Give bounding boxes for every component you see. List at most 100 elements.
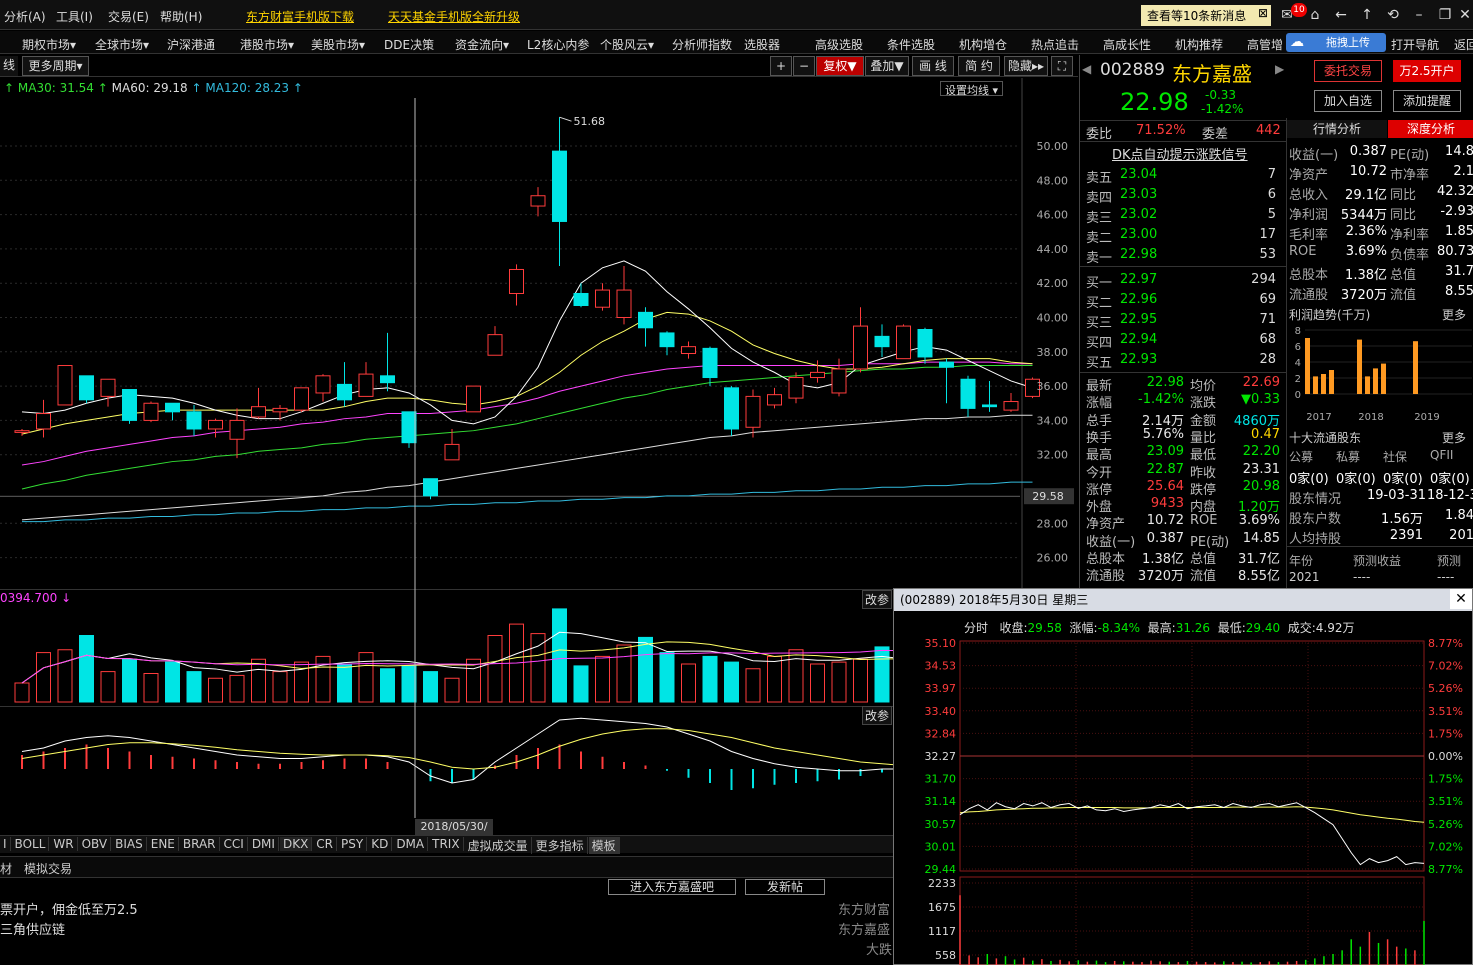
indicator-tab[interactable]: OBV [79, 837, 112, 851]
indicator-tab[interactable]: 模板 [588, 837, 620, 854]
nav-hk[interactable]: 港股市场▾ [240, 36, 294, 53]
back-arrow-icon[interactable]: ← [1332, 6, 1350, 24]
upload-button[interactable]: ☁ 拖拽上传 [1286, 33, 1386, 52]
simple-button[interactable]: 简 约 [958, 56, 1000, 76]
adjust-button[interactable]: 复权▼ [816, 56, 864, 76]
holder-info-value: 1.84 [1445, 508, 1473, 523]
indicator-tab[interactable]: DKX [279, 837, 313, 851]
nav-l2[interactable]: L2核心内参 [527, 36, 589, 53]
news-button[interactable]: 查看等10条新消息 ⊠ [1141, 5, 1271, 26]
mobile-download-link[interactable]: 东方财富手机版下载 [246, 8, 354, 25]
nav-capital-flow[interactable]: 资金流向▾ [455, 36, 509, 53]
indicator-tab[interactable]: BIAS [112, 837, 147, 851]
indicator-tab[interactable]: WR [50, 837, 78, 851]
fund-app-link[interactable]: 天天基金手机版全新升级 [388, 8, 520, 25]
indicator-tab[interactable]: ENE [148, 837, 179, 851]
nav-advanced-screen[interactable]: 高级选股 [815, 36, 863, 53]
nav-global[interactable]: 全球市场▾ [95, 36, 149, 53]
close-icon[interactable]: ⊠ [1258, 6, 1268, 20]
indicator-tab[interactable]: PSY [338, 837, 368, 851]
zoom-out-button[interactable]: − [793, 56, 815, 76]
forecast-cell: 2021 [1289, 570, 1320, 584]
bid-row-label: 买四 [1086, 336, 1113, 351]
forum-side-1[interactable]: 东方财富 [838, 899, 890, 918]
profit-bar [1373, 368, 1378, 394]
nav-condition-screen[interactable]: 条件选股 [887, 36, 935, 53]
tab-market-analysis[interactable]: 行情分析 [1287, 120, 1387, 138]
fin-value: -2.93 [1440, 204, 1473, 219]
home-icon[interactable]: ⌂ [1306, 6, 1324, 24]
more-periods-dropdown[interactable]: 更多周期▾ [22, 56, 89, 76]
fin-label: 流通股 [1289, 288, 1329, 303]
close-icon[interactable]: ✕ [1450, 589, 1472, 609]
holders-more-link[interactable]: 更多 [1442, 429, 1466, 446]
tab-material[interactable]: 材 [0, 860, 12, 877]
intraday-chart[interactable]: 35.10 8.77% 34.53 7.02% 33.97 5.26% 33.40 3.51%… [894, 635, 1472, 965]
indicator-tab[interactable]: CR [313, 837, 338, 851]
nav-open[interactable]: 打开导航 [1391, 36, 1439, 53]
trade-order-button[interactable]: 委托交易 [1314, 60, 1382, 82]
tab-sim-trade[interactable]: 模拟交易 [24, 860, 72, 877]
enter-forum-button[interactable]: 进入东方嘉盛吧 [608, 879, 736, 895]
dk-signal-link[interactable]: DK点自动提示涨跌信号 [1112, 144, 1248, 163]
menu-help[interactable]: 帮助(H) [160, 8, 202, 25]
tab-deep-analysis[interactable]: 深度分析 [1388, 120, 1473, 138]
indicator-tab[interactable]: CCI [221, 837, 248, 851]
stock-code: 002889 [1100, 60, 1165, 80]
minimize-icon[interactable]: – [1410, 6, 1428, 24]
popup-title-bar[interactable]: (002889) 2018年5月30日 星期三 [894, 589, 1472, 611]
nav-inst-recommend[interactable]: 机构推荐 [1175, 36, 1223, 53]
overlay-button[interactable]: 叠加▼ [865, 56, 909, 76]
prev-stock-icon[interactable]: ◀ [1082, 62, 1091, 76]
next-stock-icon[interactable]: ▶ [1275, 62, 1284, 76]
detail-label: 量比 [1190, 430, 1217, 446]
indicator-tab[interactable]: BRAR [180, 837, 220, 851]
forum-post-1[interactable]: 票开户，佣金低至万2.5 [0, 899, 138, 918]
draw-line-button[interactable]: 画 线 [912, 56, 954, 76]
nav-options[interactable]: 期权市场▾ [22, 36, 76, 53]
ask-row-label: 卖五 [1086, 171, 1113, 186]
add-alert-button[interactable]: 添加提醒 [1393, 90, 1461, 112]
close-window-icon[interactable]: ✕ [1456, 6, 1473, 24]
menu-tools[interactable]: 工具(I) [56, 8, 93, 25]
detail-label: 涨停 [1086, 482, 1113, 498]
detail-label: 今开 [1086, 465, 1113, 481]
nav-us[interactable]: 美股市场▾ [311, 36, 365, 53]
zoom-in-button[interactable]: + [770, 56, 792, 76]
refresh-icon[interactable]: ⟲ [1384, 6, 1402, 24]
fullscreen-icon[interactable]: ⛶ [1051, 56, 1073, 76]
indicator-tab[interactable]: DMI [249, 837, 279, 851]
indicator-tab[interactable]: KD [368, 837, 393, 851]
forum-side-3[interactable]: 大跌 [866, 939, 892, 958]
menu-analysis[interactable]: 分析(A) [4, 8, 46, 25]
nav-screener[interactable]: 选股器 [744, 36, 780, 53]
period-line[interactable]: 线 [0, 56, 18, 76]
nav-hk-connect[interactable]: 沪深港通 [167, 36, 215, 53]
up-arrow-icon[interactable]: ↑ [1358, 6, 1376, 24]
forum-side-2[interactable]: 东方嘉盛 [838, 919, 890, 938]
nav-stock-news[interactable]: 个股风云▾ [600, 36, 654, 53]
nav-analyst[interactable]: 分析师指数 [672, 36, 732, 53]
new-post-button[interactable]: 发新帖 [745, 879, 825, 895]
indicator-tab[interactable]: BOLL [12, 837, 50, 851]
indicator-tab[interactable]: 更多指标 [533, 837, 588, 854]
restore-icon[interactable]: ❐ [1436, 6, 1454, 24]
add-watchlist-button[interactable]: 加入自选 [1314, 90, 1382, 112]
indicator-tab[interactable]: TRIX [429, 837, 464, 851]
profit-trend-more-link[interactable]: 更多 [1442, 306, 1466, 323]
nav-growth[interactable]: 高成长性 [1103, 36, 1151, 53]
fin-label: 净利率 [1390, 228, 1430, 243]
hide-button[interactable]: 隐藏▸▸ [1004, 56, 1048, 76]
forum-post-2[interactable]: 三角供应链 [0, 919, 65, 938]
nav-inst-increase[interactable]: 机构增仓 [959, 36, 1007, 53]
nav-exec[interactable]: 高管增 [1247, 36, 1283, 53]
indicator-tab[interactable]: 虚拟成交量 [465, 837, 532, 854]
menu-trade[interactable]: 交易(E) [108, 8, 149, 25]
nav-back[interactable]: 返回 [1454, 36, 1473, 53]
nav-dde[interactable]: DDE决策 [384, 36, 434, 53]
ma-settings-dropdown[interactable]: 设置均线 ▾ [940, 81, 1004, 97]
nav-hot[interactable]: 热点追击 [1031, 36, 1079, 53]
open-account-button[interactable]: 万2.5开户 [1393, 60, 1461, 82]
indicator-tab[interactable]: DMA [393, 837, 429, 851]
indicator-tab[interactable]: I [0, 837, 11, 851]
